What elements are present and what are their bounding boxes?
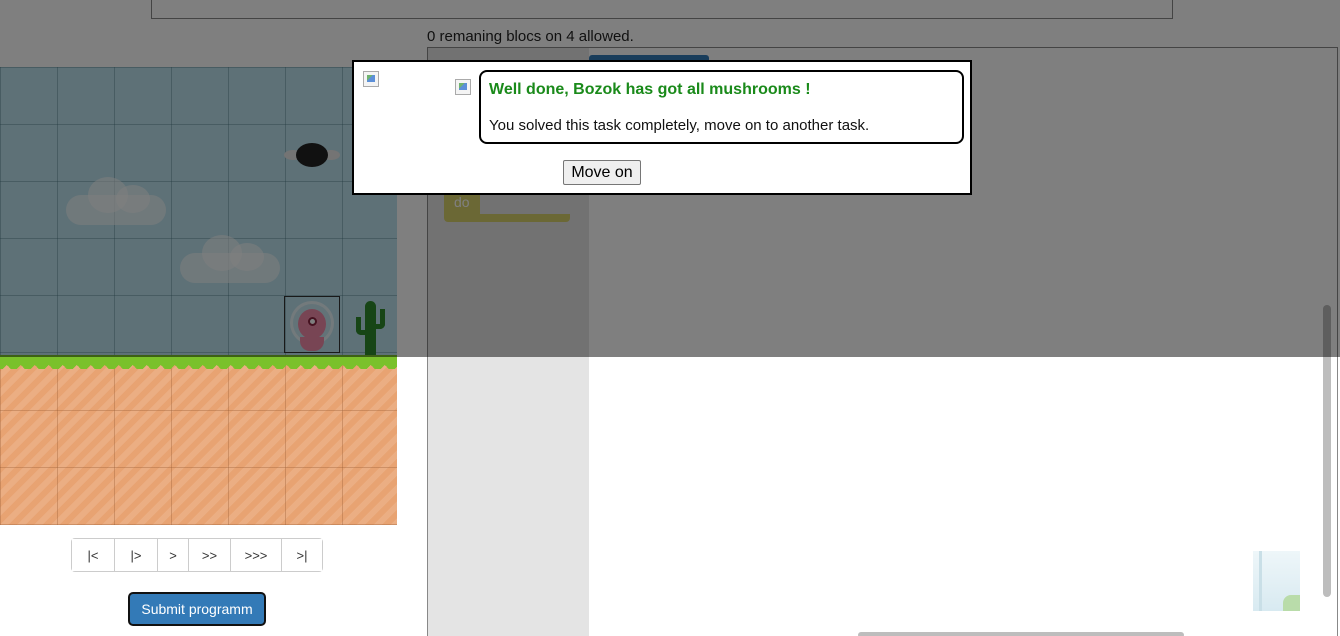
broken-image-icon: [363, 71, 379, 87]
play-button[interactable]: >: [158, 539, 189, 571]
fast-forward-button[interactable]: >>: [189, 539, 231, 571]
dialog-message: You solved this task completely, move on…: [489, 117, 870, 134]
workspace-horizontal-scrollbar[interactable]: [858, 632, 1184, 636]
fastest-button[interactable]: >>>: [231, 539, 282, 571]
go-to-start-button[interactable]: |<: [72, 539, 115, 571]
step-button[interactable]: |>: [115, 539, 158, 571]
trash-can-icon[interactable]: [1253, 551, 1300, 611]
move-on-button[interactable]: Move on: [563, 160, 641, 185]
ground-tiles: [0, 355, 397, 525]
submit-program-button[interactable]: Submit programm: [128, 592, 266, 626]
page: 0 remaning blocs on 4 allowed. |< |> > >…: [0, 0, 1340, 636]
success-dialog: Well done, Bozok has got all mushrooms !…: [352, 60, 972, 195]
grass-strip: [0, 355, 397, 369]
playback-controls: |< |> > >> >>> >|: [71, 538, 323, 572]
go-to-end-button[interactable]: >|: [282, 539, 322, 571]
message-bubble: Well done, Bozok has got all mushrooms !…: [479, 70, 964, 144]
dialog-title: Well done, Bozok has got all mushrooms !: [489, 81, 811, 98]
broken-image-icon: [455, 79, 471, 95]
